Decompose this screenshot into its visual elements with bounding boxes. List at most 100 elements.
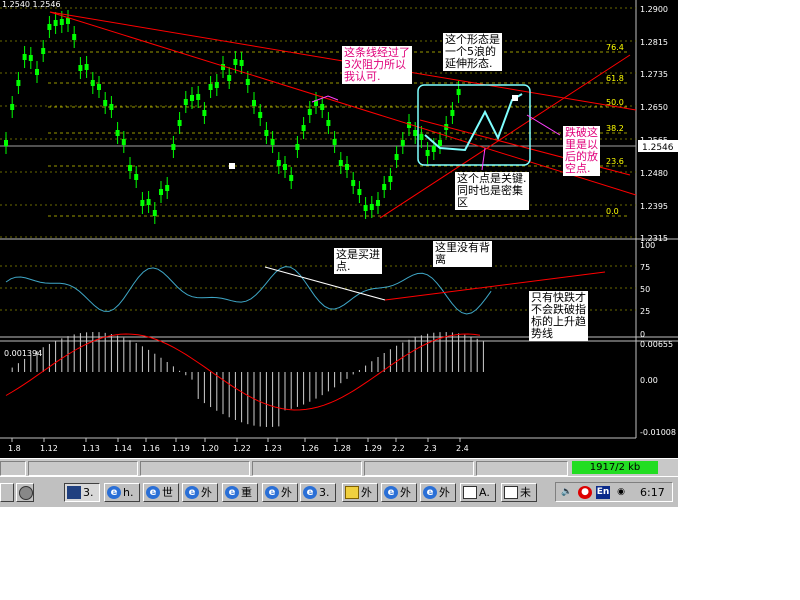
candle-body (208, 84, 213, 90)
status-cell (364, 461, 474, 476)
date-label: 1.20 (201, 444, 219, 453)
candle-body (214, 82, 219, 88)
candle-body (28, 55, 33, 61)
taskbar-button-label: 外 (400, 486, 411, 499)
candle-body (202, 110, 207, 116)
taskbar-button[interactable]: e外 (420, 483, 456, 502)
taskbar-button-label: 重 (241, 486, 252, 499)
taskbar-button-label: 世 (162, 486, 173, 499)
candle-body (121, 139, 126, 145)
taskbar-button[interactable]: A. (460, 483, 496, 502)
taskbar-button[interactable]: e世 (143, 483, 179, 502)
speaker-icon[interactable]: 🔈 (560, 486, 574, 499)
date-label: 2.3 (424, 444, 437, 453)
candle-body (16, 80, 21, 86)
language-indicator[interactable]: En (596, 486, 610, 499)
network-icon[interactable]: ● (578, 486, 592, 499)
candle-body (326, 120, 331, 126)
candle-body (289, 175, 294, 181)
forex-chart-window[interactable]: 1.29001.28151.27351.26501.25651.24801.23… (0, 0, 678, 458)
candle-body (221, 64, 225, 70)
candle-body (283, 164, 287, 170)
candle-body (146, 199, 151, 205)
chart-header: 1.2540 1.2546 (2, 0, 61, 9)
candle-body (177, 120, 182, 126)
candle-body (394, 154, 399, 160)
price-label: 1.2395 (640, 202, 668, 211)
taskbar-button[interactable]: e h. (104, 483, 140, 502)
rsi-line (5, 266, 492, 315)
candle-body (270, 139, 275, 145)
candle-body (338, 160, 343, 166)
taskbar-button[interactable]: e外 (262, 483, 298, 502)
candle-body (450, 110, 455, 116)
taskbar-button-label: 外 (361, 486, 372, 499)
date-label: 1.13 (82, 444, 100, 453)
candle-body (41, 48, 46, 54)
taskbar-button[interactable]: e重 (222, 483, 258, 502)
date-label: 2.4 (456, 444, 469, 453)
candle-body (400, 140, 405, 146)
taskbar-button-label: 外 (439, 486, 450, 499)
annotation-no-divergence: 这里没有背 离 (433, 241, 492, 267)
taskbar-button-label: 3. (83, 486, 94, 499)
taskbar-button[interactable]: e外 (182, 483, 218, 502)
taskbar-button[interactable]: 外 (342, 483, 378, 502)
date-label: 1.8 (8, 444, 21, 453)
candle-body (4, 140, 8, 146)
candle-body (320, 104, 325, 110)
date-label: 1.29 (364, 444, 382, 453)
candle-body (456, 89, 461, 95)
candle-body (165, 185, 170, 191)
candle-body (140, 200, 145, 206)
candle-body (301, 125, 306, 131)
candle-body (258, 112, 263, 118)
candle-body (276, 160, 281, 166)
chart-canvas[interactable]: 1.29001.28151.27351.26501.25651.24801.23… (0, 0, 678, 458)
quicklaunch-media-icon[interactable] (16, 483, 34, 502)
rsi-label: 50 (640, 285, 650, 294)
browser-icon: e (265, 486, 279, 499)
candle-body (419, 134, 424, 140)
candle-body (233, 59, 238, 65)
taskbar-button[interactable]: e外 (381, 483, 417, 502)
candle-body (264, 130, 269, 136)
annotation-wave5: 这个形态是 一个5浪的 延伸形态. (443, 33, 502, 71)
macd-header: 0.001394 (4, 349, 42, 358)
taskbar-button-label: A. (479, 486, 490, 499)
candle-body (431, 146, 436, 152)
candle-body (376, 200, 380, 206)
candle-body (53, 20, 58, 26)
taskbar-button-label: 外 (201, 486, 212, 499)
candle-body (35, 69, 39, 75)
date-label: 2.2 (392, 444, 405, 453)
quicklaunch-desktop-icon[interactable] (0, 483, 14, 502)
taskbar-button[interactable]: 未 (501, 483, 537, 502)
eye-icon[interactable]: ◉ (614, 486, 628, 499)
candle-body (84, 64, 89, 70)
taskbar-button[interactable]: e 3. (300, 483, 336, 502)
candle-body (438, 140, 442, 146)
clock[interactable]: 6:17 (640, 483, 665, 502)
taskbar-button[interactable]: 3. (64, 483, 100, 502)
price-label: 1.2900 (640, 5, 668, 14)
current-price-label: 1.2546 (642, 143, 674, 153)
file-size-indicator: 1917/2 kb (572, 461, 658, 474)
fib-level-label: 76.4 (606, 43, 624, 52)
candle-body (363, 205, 368, 211)
status-cell (140, 461, 250, 476)
candle-body (128, 165, 132, 171)
candle-body (227, 75, 232, 81)
candle-body (351, 180, 356, 186)
fib-level-label: 38.2 (606, 124, 624, 133)
status-cell (476, 461, 568, 476)
app-icon (67, 486, 81, 499)
candle-body (159, 189, 163, 195)
candle-body (115, 130, 120, 136)
candle-body (388, 176, 393, 182)
candle-body (134, 174, 139, 180)
candle-body (103, 100, 108, 106)
candle-body (369, 204, 374, 210)
date-label: 1.22 (233, 444, 251, 453)
price-label: 1.2480 (640, 169, 668, 178)
